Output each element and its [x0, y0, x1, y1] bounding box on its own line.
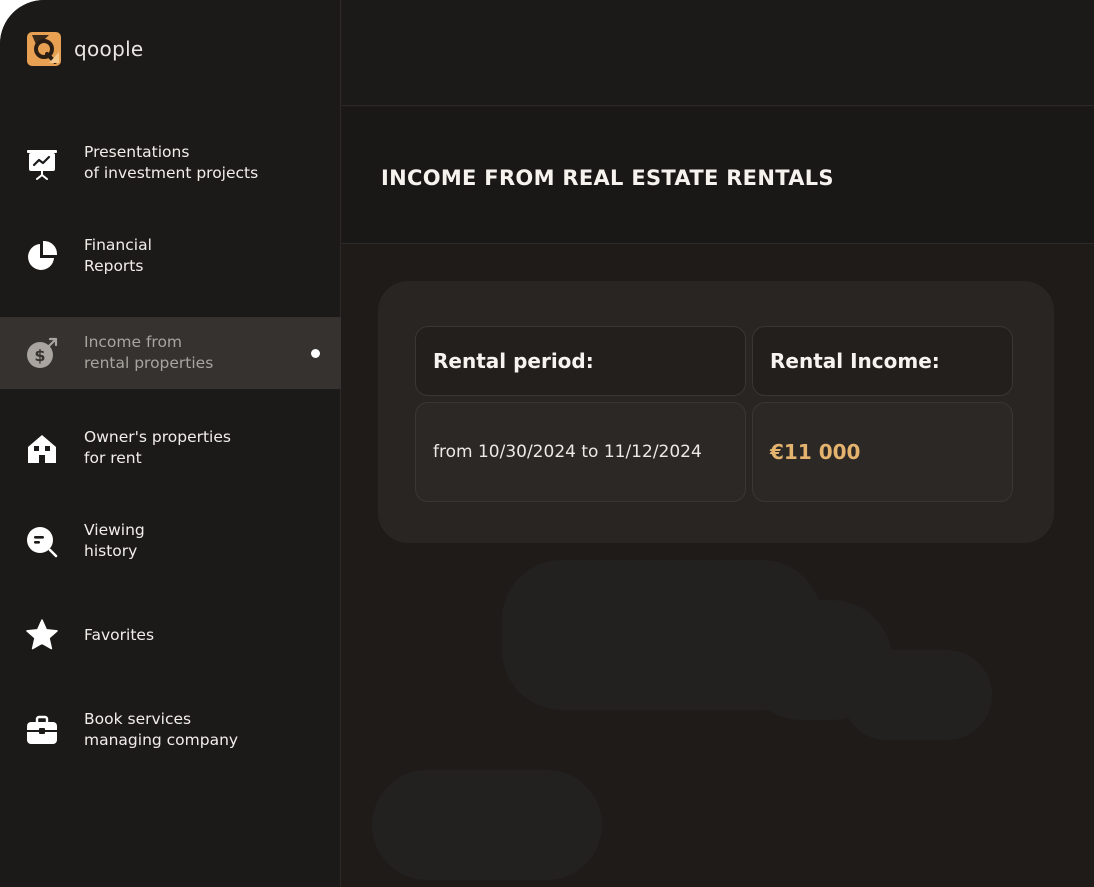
presentation-chart-icon [25, 146, 59, 180]
rental-period-header: Rental period: [415, 326, 746, 396]
sidebar-item-presentations[interactable]: Presentations of investment projects [0, 127, 341, 199]
search-history-icon [25, 524, 59, 558]
page-title: INCOME FROM REAL ESTATE RENTALS [381, 166, 834, 190]
active-indicator-dot [311, 348, 320, 358]
sidebar-item-rental-income[interactable]: $ Income from rental properties [0, 317, 341, 389]
sidebar-item-owner-properties[interactable]: Owner's properties for rent [0, 412, 341, 484]
app-window: qoople Presentations of investment proje… [0, 0, 1094, 887]
sidebar-item-favorites[interactable]: Favorites [0, 599, 341, 671]
sidebar-item-sublabel: of investment projects [84, 164, 259, 182]
sidebar-item-book-services[interactable]: Book services managing company [0, 694, 341, 766]
sidebar-item-label: Financial [84, 236, 152, 254]
sidebar-item-label: Book services [84, 710, 192, 728]
qoople-logo-icon [27, 32, 61, 66]
sidebar-item-sublabel: history [84, 542, 138, 560]
sidebar-item-sublabel: for rent [84, 449, 142, 467]
rental-income-value: €11 000 [752, 402, 1013, 502]
rental-period-value: from 10/30/2024 to 11/12/2024 [415, 402, 746, 502]
star-icon [25, 618, 59, 652]
sidebar-item-label: Presentations [84, 143, 190, 161]
sidebar-item-sublabel: rental properties [84, 354, 214, 372]
sidebar-item-viewing-history[interactable]: Viewing history [0, 505, 341, 577]
svg-text:$: $ [34, 346, 45, 365]
page-header: INCOME FROM REAL ESTATE RENTALS [342, 107, 1094, 244]
background-map-shape [372, 770, 602, 880]
sidebar-item-sublabel: managing company [84, 731, 239, 749]
top-bar [342, 0, 1094, 106]
logo[interactable]: qoople [27, 32, 144, 66]
rental-income-card: Rental period: Rental Income: from 10/30… [378, 281, 1054, 543]
main-content: INCOME FROM REAL ESTATE RENTALS Rental p… [342, 0, 1094, 887]
sidebar: qoople Presentations of investment proje… [0, 0, 341, 887]
rental-income-header: Rental Income: [752, 326, 1013, 396]
briefcase-icon [25, 713, 59, 747]
house-icon [25, 431, 59, 465]
sidebar-item-label: Viewing [84, 521, 145, 539]
sidebar-item-financial-reports[interactable]: Financial Reports [0, 220, 341, 292]
background-map-shape [842, 650, 992, 740]
pie-chart-icon [25, 239, 59, 273]
dollar-coin-icon: $ [25, 336, 59, 370]
sidebar-item-label: Favorites [84, 625, 155, 644]
sidebar-item-sublabel: Reports [84, 257, 144, 275]
sidebar-item-label: Income from [84, 333, 183, 351]
brand-name: qoople [74, 37, 144, 61]
sidebar-item-label: Owner's properties [84, 428, 231, 446]
